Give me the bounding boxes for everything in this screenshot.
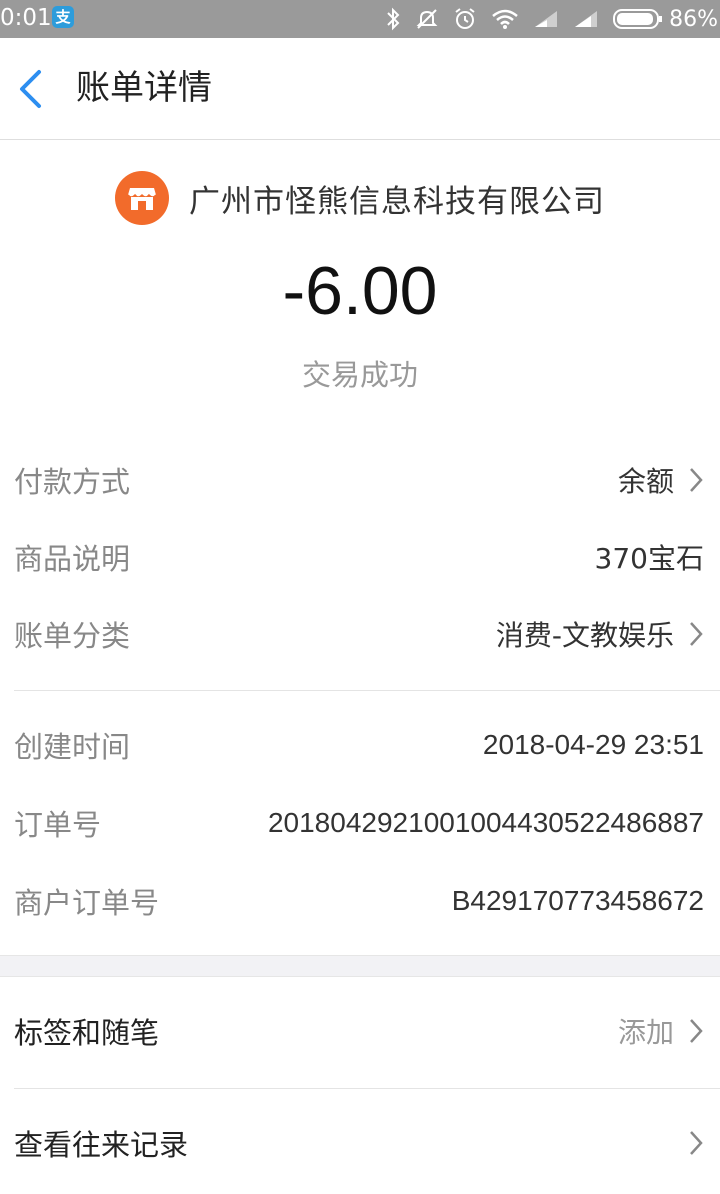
chevron-left-icon — [20, 70, 41, 108]
product-desc-row: 商品说明 370宝石 — [14, 532, 704, 582]
chevron-right-icon — [690, 622, 703, 646]
merchant-order-row: 商户订单号 B429170773458672 — [14, 876, 704, 926]
battery-percent: 86% — [669, 6, 718, 32]
created-time-row: 创建时间 2018-04-29 23:51 — [14, 720, 704, 770]
nav-bar: 账单详情 — [0, 38, 720, 140]
history-row[interactable]: 查看往来记录 — [14, 1118, 704, 1168]
payment-method-value: 余额 — [618, 460, 704, 500]
divider — [14, 1088, 720, 1089]
order-number-value: 2018042921001004430522486887 — [267, 807, 704, 838]
section-gap — [0, 955, 720, 977]
created-time-label: 创建时间 — [14, 730, 131, 764]
product-desc-label: 商品说明 — [14, 542, 131, 576]
history-arrow — [674, 1129, 704, 1157]
bill-category-label: 账单分类 — [14, 619, 131, 653]
shop-icon — [115, 171, 169, 225]
chevron-right-icon — [690, 468, 703, 492]
battery-icon — [613, 9, 663, 29]
page-title: 账单详情 — [76, 68, 212, 108]
payment-method-row[interactable]: 付款方式 余额 — [14, 455, 704, 505]
bill-category-row[interactable]: 账单分类 消费-文教娱乐 — [14, 609, 704, 659]
transaction-status: 交易成功 — [301, 358, 418, 392]
merchant-header: 广州市怪熊信息科技有限公司 — [0, 170, 720, 226]
bill-category-value: 消费-文教娱乐 — [496, 614, 704, 654]
history-label: 查看往来记录 — [14, 1128, 189, 1162]
signal-icon-2 — [575, 11, 598, 27]
order-number-row: 订单号 2018042921001004430522486887 — [14, 798, 704, 848]
merchant-order-value: B429170773458672 — [451, 885, 704, 916]
merchant-order-label: 商户订单号 — [14, 886, 160, 920]
tags-notes-value: 添加 — [618, 1011, 704, 1051]
tags-notes-label: 标签和随笔 — [14, 1016, 160, 1050]
chevron-right-icon — [690, 1019, 703, 1043]
divider — [14, 690, 720, 691]
tags-notes-row[interactable]: 标签和随笔 添加 — [14, 1006, 704, 1056]
amount: -6.00 — [282, 253, 438, 329]
mute-icon — [416, 9, 438, 29]
bluetooth-icon — [387, 7, 400, 31]
product-desc-value: 370宝石 — [594, 542, 704, 575]
back-button[interactable] — [8, 64, 52, 114]
status-bar: 0:01 支 86% — [0, 0, 720, 38]
alarm-icon — [455, 8, 475, 29]
wifi-icon — [492, 9, 518, 29]
status-time: 0:01 — [0, 5, 52, 31]
signal-icon — [535, 11, 558, 27]
payment-method-label: 付款方式 — [14, 465, 131, 499]
status-icons: 86% — [385, 0, 720, 38]
order-number-label: 订单号 — [14, 808, 102, 842]
created-time-value: 2018-04-29 23:51 — [482, 729, 704, 760]
chevron-right-icon — [690, 1131, 703, 1155]
alipay-notification-icon: 支 — [52, 6, 74, 28]
merchant-name: 广州市怪熊信息科技有限公司 — [189, 183, 605, 220]
